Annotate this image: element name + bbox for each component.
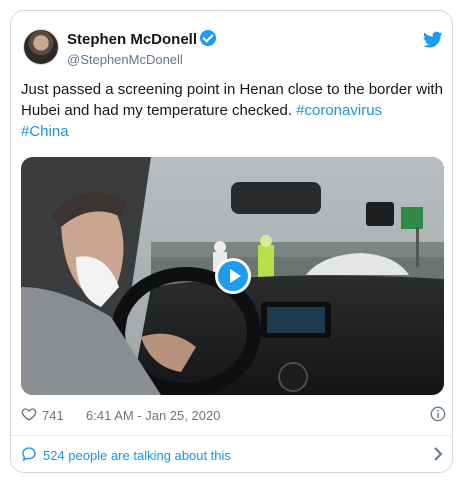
verified-badge-icon bbox=[200, 30, 217, 46]
hashtag-china[interactable]: #China bbox=[21, 123, 69, 140]
author-handle[interactable]: @StephenMcDonell bbox=[67, 52, 216, 67]
like-count[interactable]: 741 bbox=[42, 408, 64, 423]
author-block[interactable]: Stephen McDonell @StephenMcDonell bbox=[67, 30, 217, 67]
conversation-link[interactable]: 524 people are talking about this bbox=[21, 445, 446, 465]
info-icon[interactable] bbox=[430, 406, 446, 422]
tweet-meta: 741 6:41 AM - Jan 25, 2020 bbox=[21, 406, 446, 426]
tweet-card: Stephen McDonell @StephenMcDonell Just p… bbox=[10, 10, 453, 473]
play-icon[interactable] bbox=[214, 258, 251, 294]
divider bbox=[11, 435, 452, 436]
video-thumbnail[interactable] bbox=[21, 157, 444, 395]
heart-icon[interactable] bbox=[21, 406, 37, 422]
conversation-label[interactable]: 524 people are talking about this bbox=[43, 448, 231, 463]
hashtag-coronavirus[interactable]: #coronavirus bbox=[296, 102, 382, 119]
author-name[interactable]: Stephen McDonell bbox=[67, 31, 197, 48]
twitter-bird-icon[interactable] bbox=[423, 31, 443, 49]
tweet-header: Stephen McDonell @StephenMcDonell bbox=[23, 29, 443, 69]
chevron-right-icon[interactable] bbox=[432, 447, 444, 461]
comment-bubble-icon bbox=[22, 447, 36, 462]
tweet-timestamp[interactable]: 6:41 AM - Jan 25, 2020 bbox=[86, 408, 220, 423]
avatar[interactable] bbox=[23, 29, 59, 65]
tweet-text: Just passed a screening point in Henan c… bbox=[21, 79, 446, 142]
